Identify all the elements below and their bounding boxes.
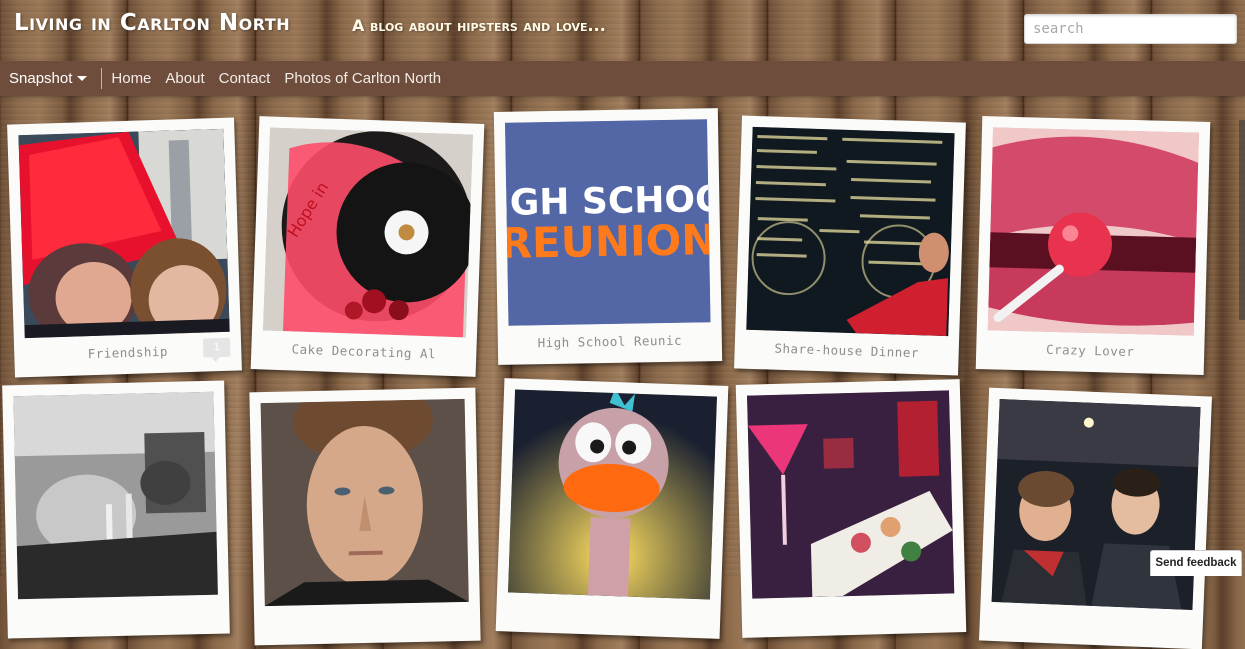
caret-down-icon (77, 76, 88, 81)
sidebar-handle[interactable] (1239, 120, 1245, 320)
comment-count-badge[interactable]: 1 (202, 337, 231, 358)
blog-header: Living in Carlton North A blog about hip… (0, 0, 1245, 60)
send-feedback-button[interactable]: Send feedback (1150, 550, 1242, 576)
post-caption: High School Reunic (537, 332, 683, 351)
blog-description: A blog about hipsters and love... (352, 16, 606, 35)
nav-link-photos[interactable]: Photos of Carlton North (284, 70, 441, 87)
post-card[interactable] (249, 387, 481, 646)
post-photo: Hope in (263, 127, 473, 338)
nav-link-about[interactable]: About (165, 70, 204, 87)
post-card[interactable] (735, 379, 967, 638)
view-dropdown[interactable]: Snapshot (0, 70, 101, 87)
post-photo (260, 398, 469, 607)
post-photo (746, 126, 955, 337)
post-card[interactable] (2, 380, 230, 639)
nav-link-home[interactable]: Home (111, 70, 151, 87)
blog-title[interactable]: Living in Carlton North (14, 10, 290, 36)
post-card[interactable]: Crazy Lover (975, 116, 1211, 375)
post-photo (18, 128, 230, 339)
post-photo (747, 390, 955, 599)
post-caption: Cake Decorating Al (291, 341, 437, 362)
post-caption (980, 626, 1203, 635)
view-dropdown-label: Snapshot (9, 70, 73, 87)
post-card[interactable]: Share-house Dinner (734, 115, 966, 376)
post-photo (508, 389, 717, 600)
post-caption: Crazy Lover (1045, 341, 1135, 360)
reunion-line2: REUNION (505, 215, 711, 268)
search-input[interactable] (1024, 14, 1237, 44)
nav-link-contact[interactable]: Contact (219, 70, 271, 87)
post-caption (742, 618, 966, 624)
post-caption (254, 627, 480, 632)
post-caption (8, 619, 230, 624)
post-photo (991, 399, 1201, 610)
navbar: Snapshot Home About Contact Photos of Ca… (0, 61, 1245, 96)
post-card[interactable]: HIGH SCHOOL REUNION High School Reunic (493, 108, 723, 365)
post-card[interactable]: Hope in Cake Decorating Al (250, 116, 485, 377)
post-card[interactable]: Friendship 1 (7, 117, 242, 378)
post-photo: HIGH SCHOOL REUNION (504, 119, 711, 326)
post-photo (987, 127, 1199, 336)
post-caption (496, 617, 720, 625)
nav-divider (101, 68, 103, 89)
post-card[interactable] (979, 387, 1212, 649)
post-photo (13, 391, 218, 600)
post-card[interactable] (495, 378, 729, 639)
post-caption: Share-house Dinner (774, 340, 920, 361)
